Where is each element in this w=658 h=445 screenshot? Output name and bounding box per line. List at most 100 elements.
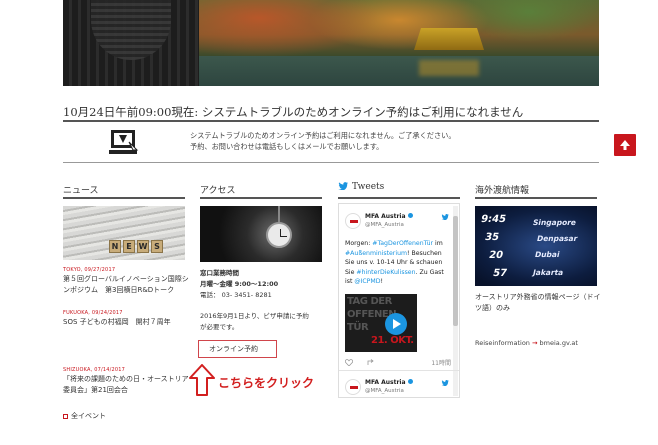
pond-reflection	[199, 56, 599, 86]
tweet-text: Morgen:	[345, 240, 373, 247]
overseas-heading-rule	[475, 197, 597, 199]
overseas-description[interactable]: オーストリア外務省の情報ページ（ドイツ語）のみ	[475, 292, 605, 314]
notice-body: システムトラブルのためオンライン予約はご利用になれません。ご了承ください。 予約…	[190, 130, 456, 152]
click-here-annotation: こちらをクリック	[218, 376, 315, 390]
board-destination: Dubai	[534, 250, 561, 259]
tweet-author-handle[interactable]: @MFA_Austria	[365, 388, 404, 394]
red-up-arrow-icon	[189, 364, 215, 396]
news-item-meta: TOKYO, 09/27/2017	[63, 267, 116, 273]
twitter-bird-icon	[441, 214, 449, 220]
video-text-line: TÜR	[347, 322, 369, 333]
tweet-text: !	[380, 278, 383, 286]
twitter-bird-icon	[338, 182, 348, 190]
overseas-heading: 海外渡航情報	[475, 186, 530, 196]
reiseinformation-label: Reiseinformation	[475, 339, 530, 347]
video-text-line: 21. OKT.	[371, 335, 414, 346]
pocket-watch-image	[200, 206, 322, 262]
tweet-video[interactable]: TAG DER OFFENEN TÜR 21. OKT.	[345, 294, 417, 352]
mfa-avatar[interactable]	[345, 379, 361, 395]
reiseinformation-link[interactable]: Reiseinformation → bmeia.gv.at	[475, 339, 578, 347]
tweets-heading-rule	[338, 197, 460, 199]
watch-face	[266, 222, 292, 248]
departure-board-image[interactable]: 9:45 Singapore 35 Denpasar 20 Dubai 57 J…	[475, 206, 597, 286]
watch-hand-minute	[280, 236, 287, 237]
news-item[interactable]: FUKUOKA, 09/24/2017 SOS 子どもの村福岡 開村７周年	[63, 309, 191, 328]
verified-icon	[407, 379, 413, 384]
square-bullet-icon	[63, 413, 68, 419]
visa-note-line-2: が必要です。	[200, 323, 239, 331]
hero-dark-panel	[63, 0, 199, 86]
news-item-title[interactable]: SOS 子どもの村福岡 開村７周年	[63, 318, 171, 326]
notice-divider-bottom	[63, 162, 599, 163]
twitter-timeline[interactable]: MFA Austria @MFA_Austria Morgen: #TagDer…	[338, 203, 460, 398]
news-item-title[interactable]: 「将来の課題のための日・オーストリア委員会」第21回会合	[63, 375, 189, 394]
share-icon[interactable]	[367, 359, 375, 366]
timeline-scrollbar[interactable]	[453, 206, 458, 396]
board-number: 35	[483, 232, 501, 243]
office-hours-title: 窓口業務時間	[200, 269, 239, 277]
news-tile: S	[151, 240, 163, 253]
tweets-heading: Tweets	[338, 182, 384, 192]
hashtag-link[interactable]: #TagDerOffenenTür	[372, 240, 433, 247]
access-heading-rule	[200, 197, 322, 199]
news-tile: W	[137, 240, 149, 253]
tweet-time[interactable]: 11時間	[431, 358, 451, 367]
tweet-author-name[interactable]: MFA Austria	[365, 213, 413, 220]
notice-line-1: システムトラブルのためオンライン予約はご利用になれません。ご了承ください。	[190, 131, 456, 140]
tweets-heading-label: Tweets	[352, 182, 385, 192]
office-phone: 電話： 03- 3451- 8281	[200, 291, 272, 299]
visa-note-line-1: 2016年9月1日より、ビザ申請に予約	[200, 312, 309, 320]
news-item[interactable]: SHIZUOKA, 07/14/2017 「将来の課題のための日・オーストリア委…	[63, 366, 191, 396]
scrollbar-thumb[interactable]	[453, 216, 458, 326]
news-item-meta: FUKUOKA, 09/24/2017	[63, 310, 123, 316]
hero-garden-photo	[199, 0, 599, 86]
news-item[interactable]: TOKYO, 09/27/2017 第５回グローバルイノベーション国際シンポジウ…	[63, 266, 191, 296]
verified-icon	[407, 213, 413, 218]
news-item-meta: SHIZUOKA, 07/14/2017	[63, 367, 126, 373]
board-number: 57	[491, 268, 509, 279]
like-icon[interactable]	[345, 359, 353, 366]
video-text-line: TAG DER	[347, 296, 392, 307]
news-item-title[interactable]: 第５回グローバルイノベーション国際シンポジウム 第3回横日R&Dトーク	[63, 275, 189, 294]
mention-link[interactable]: @ICPMD	[354, 278, 380, 285]
arrow-up-icon	[620, 140, 630, 150]
tweet-author-name[interactable]: MFA Austria	[365, 379, 413, 386]
online-reservation-button[interactable]: オンライン予約	[198, 340, 277, 358]
board-destination: Denpasar	[536, 234, 579, 243]
tweet-actions: 11時間	[345, 358, 453, 368]
tweet-author-name-label: MFA Austria	[365, 379, 406, 386]
watch-chain	[278, 206, 280, 222]
news-tile: E	[123, 240, 135, 253]
notice-title: 10月24日午前09:00現在: システムトラブルのためオンライン予約はご利用に…	[63, 105, 524, 119]
arrow-right-icon: →	[532, 339, 538, 347]
twitter-bird-icon	[441, 380, 449, 386]
tweet-author-name-label: MFA Austria	[365, 213, 406, 220]
notice-line-2: 予約、お問い合わせは電話もしくはメールでお願いします。	[190, 142, 384, 151]
bmeia-link[interactable]: bmeia.gv.at	[540, 339, 578, 347]
office-hours: 月曜～金曜 9:00～12:00	[200, 280, 279, 288]
access-heading: アクセス	[200, 186, 236, 196]
news-image[interactable]: N E W S	[63, 206, 185, 260]
scroll-to-top-button[interactable]	[614, 134, 636, 156]
pavilion-reflection	[419, 60, 479, 76]
tweet-text: im	[433, 240, 443, 247]
news-heading: ニュース	[63, 186, 99, 196]
tweet-separator	[339, 370, 459, 371]
tweet-body: Morgen: #TagDerOffenenTür im #Außenminis…	[345, 239, 451, 287]
mfa-avatar[interactable]	[345, 213, 361, 229]
hashtag-link[interactable]: #Außenministerium	[345, 250, 407, 257]
emblem-graphic	[91, 0, 171, 60]
news-heading-rule	[63, 197, 185, 199]
hashtag-link[interactable]: #hinterDieKulissen	[356, 269, 415, 276]
board-number: 20	[487, 250, 505, 261]
all-events-label: 全イベント	[71, 412, 106, 420]
notice-divider-top	[63, 120, 599, 122]
board-number: 9:45	[479, 214, 508, 225]
hero-banner	[63, 0, 599, 86]
news-tile: N	[109, 240, 121, 253]
computer-notice-icon	[109, 130, 139, 154]
all-events-link[interactable]: 全イベント	[63, 411, 106, 421]
play-icon[interactable]	[385, 313, 407, 335]
board-destination: Singapore	[532, 218, 578, 227]
tweet-author-handle[interactable]: @MFA_Austria	[365, 222, 404, 228]
